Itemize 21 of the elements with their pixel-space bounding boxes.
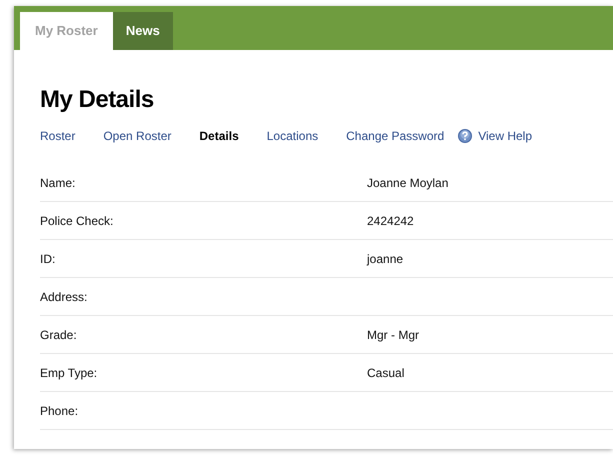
field-label: Emp Type: [40, 366, 98, 380]
page-title: My Details [40, 86, 155, 114]
field-label: Phone: [40, 404, 80, 418]
nav-link[interactable]: Details [199, 129, 239, 143]
field-label: Address: [40, 290, 88, 304]
nav-link[interactable]: Roster [40, 129, 76, 143]
nav-link[interactable]: Change Password [346, 129, 444, 143]
field-value: Mgr - Mgr [367, 328, 419, 342]
nav-link[interactable]: Open Roster [103, 129, 172, 143]
field-label: Name: [40, 176, 76, 190]
field-value: joanne [367, 252, 404, 266]
field-label: Grade: [40, 328, 78, 342]
tab[interactable]: News [112, 12, 173, 50]
help-icon[interactable] [458, 129, 472, 143]
field-label: Police Check: [40, 214, 114, 228]
field-value: 2424242 [367, 214, 414, 228]
field-value: Casual [367, 366, 404, 380]
nav-link[interactable]: Locations [266, 129, 318, 143]
field-value: Joanne Moylan [367, 176, 448, 190]
help-link[interactable]: View Help [478, 129, 532, 143]
field-label: ID: [40, 252, 56, 266]
